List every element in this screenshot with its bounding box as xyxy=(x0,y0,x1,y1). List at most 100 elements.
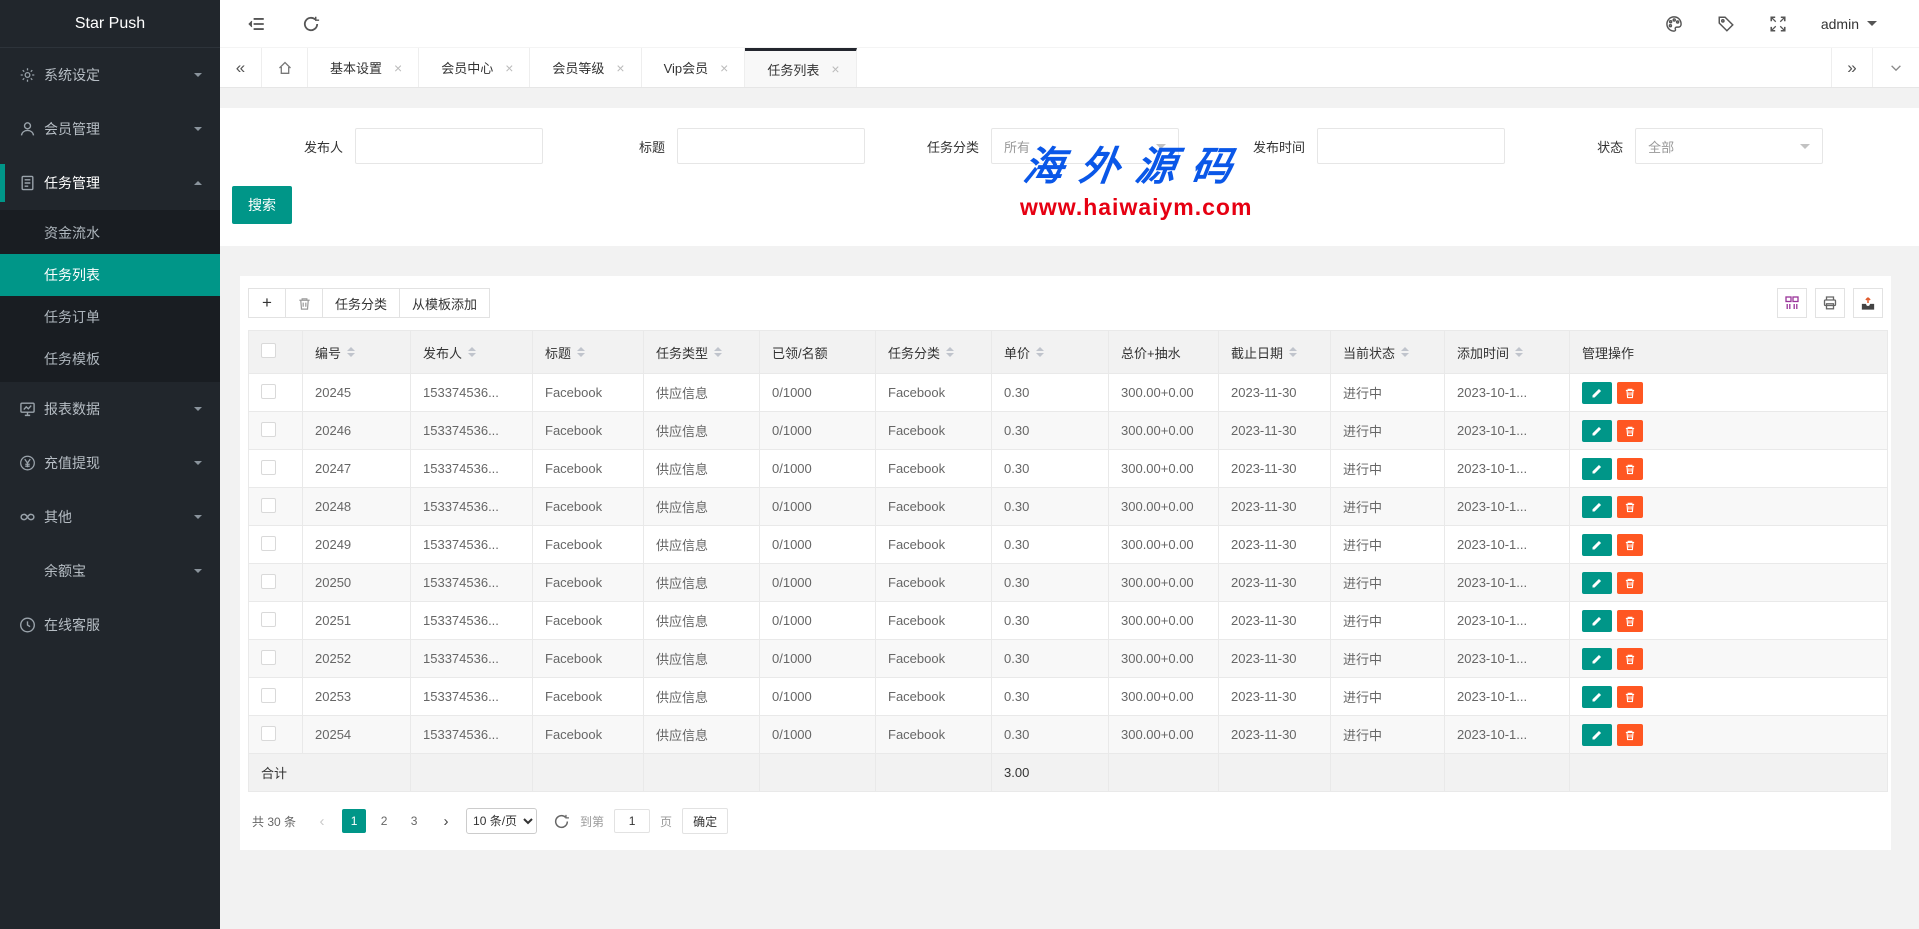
delete-button[interactable] xyxy=(1617,420,1643,442)
row-checkbox[interactable] xyxy=(261,574,276,589)
next-page-button[interactable]: › xyxy=(436,813,456,830)
edit-button[interactable] xyxy=(1582,686,1612,708)
row-checkbox[interactable] xyxy=(261,726,276,741)
sort-icon[interactable] xyxy=(946,347,954,357)
delete-button[interactable] xyxy=(1617,648,1643,670)
edit-button[interactable] xyxy=(1582,382,1612,404)
category-select[interactable]: 所有 xyxy=(991,128,1179,164)
theme-palette-icon[interactable] xyxy=(1665,15,1683,33)
tabs-expand-button[interactable]: » xyxy=(1831,48,1873,87)
tab-member-center[interactable]: 会员中心× xyxy=(419,48,530,87)
sort-icon[interactable] xyxy=(1401,347,1409,357)
page-number-2[interactable]: 2 xyxy=(372,809,396,833)
cell-deadline: 2023-11-30 xyxy=(1219,374,1331,412)
delete-button[interactable] xyxy=(1617,382,1643,404)
sidebar-subitem-task-list[interactable]: 任务列表 xyxy=(0,254,220,296)
columns-filter-button[interactable] xyxy=(1777,288,1807,318)
row-checkbox[interactable] xyxy=(261,460,276,475)
page-number-3[interactable]: 3 xyxy=(402,809,426,833)
title-input[interactable] xyxy=(677,128,865,164)
sidebar-subitem-fund-flow[interactable]: 资金流水 xyxy=(0,212,220,254)
refresh-icon[interactable] xyxy=(302,15,320,33)
sort-icon[interactable] xyxy=(1515,347,1523,357)
tab-basic-settings[interactable]: 基本设置× xyxy=(308,48,419,87)
edit-button[interactable] xyxy=(1582,420,1612,442)
edit-button[interactable] xyxy=(1582,724,1612,746)
edit-button[interactable] xyxy=(1582,572,1612,594)
sort-icon[interactable] xyxy=(1036,347,1044,357)
sort-icon[interactable] xyxy=(468,347,476,357)
sidebar-item-system-settings[interactable]: 系统设定 xyxy=(0,48,220,102)
delete-button[interactable] xyxy=(1617,686,1643,708)
sidebar-subitem-task-templates[interactable]: 任务模板 xyxy=(0,338,220,380)
task-category-button[interactable]: 任务分类 xyxy=(322,288,400,318)
goto-page-input[interactable] xyxy=(614,809,650,833)
sort-icon[interactable] xyxy=(714,347,722,357)
delete-button[interactable] xyxy=(1617,534,1643,556)
publish-time-input[interactable] xyxy=(1317,128,1505,164)
close-icon[interactable]: × xyxy=(720,60,728,76)
sidebar-submenu: 资金流水任务列表任务订单任务模板 xyxy=(0,210,220,382)
tab-task-list[interactable]: 任务列表× xyxy=(745,48,856,87)
delete-button[interactable] xyxy=(1617,458,1643,480)
row-checkbox[interactable] xyxy=(261,612,276,627)
sort-icon[interactable] xyxy=(577,347,585,357)
page-size-select[interactable]: 10 条/页 xyxy=(466,808,537,834)
sidebar-item-task-management[interactable]: 任务管理 xyxy=(0,156,220,210)
add-from-template-button[interactable]: 从模板添加 xyxy=(399,288,490,318)
row-checkbox[interactable] xyxy=(261,384,276,399)
edit-button[interactable] xyxy=(1582,648,1612,670)
sidebar-subitem-task-orders[interactable]: 任务订单 xyxy=(0,296,220,338)
tag-icon[interactable] xyxy=(1717,15,1735,33)
page-number-1[interactable]: 1 xyxy=(342,809,366,833)
user-menu[interactable]: admin xyxy=(1821,16,1877,32)
tabs-dropdown-button[interactable] xyxy=(1873,48,1919,87)
goto-confirm-button[interactable]: 确定 xyxy=(682,808,728,834)
sidebar-item-online-service[interactable]: 在线客服 xyxy=(0,598,220,652)
close-icon[interactable]: × xyxy=(616,60,624,76)
publisher-input[interactable] xyxy=(355,128,543,164)
edit-button[interactable] xyxy=(1582,458,1612,480)
edit-button[interactable] xyxy=(1582,534,1612,556)
sidebar-item-recharge-withdraw[interactable]: 充值提现 xyxy=(0,436,220,490)
edit-button[interactable] xyxy=(1582,610,1612,632)
delete-button[interactable] xyxy=(1617,724,1643,746)
row-checkbox[interactable] xyxy=(261,422,276,437)
status-select[interactable]: 全部 xyxy=(1635,128,1823,164)
fullscreen-icon[interactable] xyxy=(1769,15,1787,33)
row-checkbox[interactable] xyxy=(261,688,276,703)
add-row-button[interactable]: + xyxy=(248,288,286,318)
tab-member-level[interactable]: 会员等级× xyxy=(530,48,641,87)
close-icon[interactable]: × xyxy=(831,61,839,77)
sort-icon[interactable] xyxy=(1289,347,1297,357)
select-all-checkbox[interactable] xyxy=(261,343,276,358)
row-checkbox[interactable] xyxy=(261,498,276,513)
delete-button[interactable] xyxy=(1617,610,1643,632)
close-icon[interactable]: × xyxy=(394,60,402,76)
tabs-collapse-button[interactable]: « xyxy=(220,48,262,87)
summary-cell-status xyxy=(1331,754,1445,792)
sort-icon[interactable] xyxy=(347,347,355,357)
home-tab[interactable] xyxy=(262,48,308,87)
delete-button[interactable] xyxy=(1617,496,1643,518)
cell-unit_price: 0.30 xyxy=(992,412,1109,450)
tab-vip-member[interactable]: Vip会员× xyxy=(642,48,746,87)
sidebar-item-other[interactable]: 其他 xyxy=(0,490,220,544)
delete-selected-button[interactable] xyxy=(285,288,323,318)
sidebar-item-report-data[interactable]: 报表数据 xyxy=(0,382,220,436)
menu-fold-icon[interactable] xyxy=(248,15,266,33)
row-checkbox[interactable] xyxy=(261,536,276,551)
pagination-refresh-icon[interactable] xyxy=(553,813,570,830)
sidebar-item-yuebao[interactable]: 余额宝 xyxy=(0,544,220,598)
column-header-added_time: 添加时间 xyxy=(1445,331,1570,374)
row-checkbox[interactable] xyxy=(261,650,276,665)
print-button[interactable] xyxy=(1815,288,1845,318)
edit-button[interactable] xyxy=(1582,496,1612,518)
prev-page-button[interactable]: ‹ xyxy=(312,813,332,830)
delete-button[interactable] xyxy=(1617,572,1643,594)
export-button[interactable] xyxy=(1853,288,1883,318)
search-button[interactable]: 搜索 xyxy=(232,186,292,224)
table-panel: + 任务分类 从模板添加 xyxy=(240,276,1891,850)
close-icon[interactable]: × xyxy=(505,60,513,76)
sidebar-item-member-management[interactable]: 会员管理 xyxy=(0,102,220,156)
